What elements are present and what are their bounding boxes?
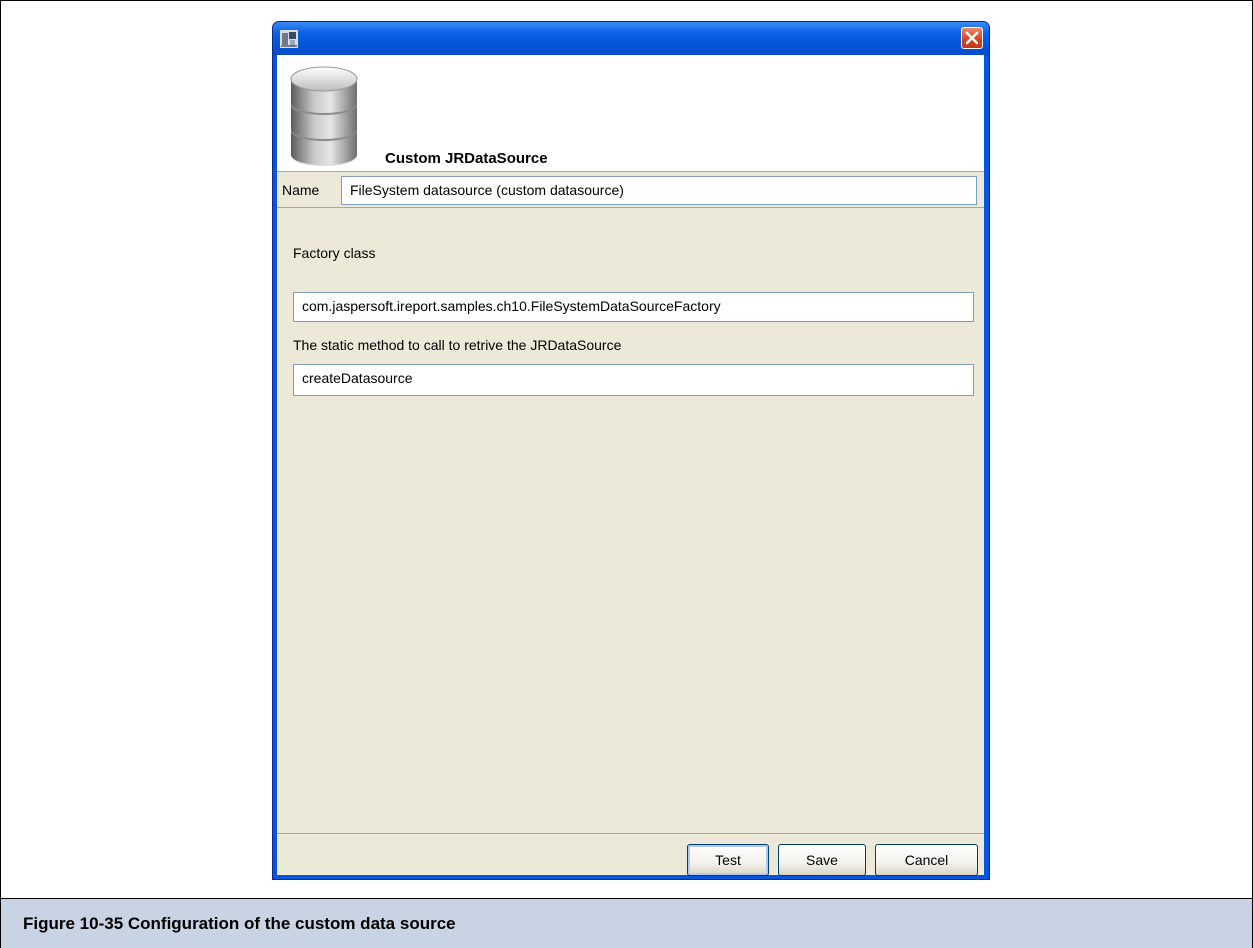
name-label: Name: [282, 182, 320, 198]
dialog-header: Custom JRDataSource: [277, 55, 984, 172]
custom-datasource-dialog: Custom JRDataSource Name FileSystem data…: [272, 21, 990, 880]
database-icon: [290, 66, 358, 166]
save-button[interactable]: Save: [778, 844, 866, 876]
name-row: Name FileSystem datasource (custom datas…: [277, 172, 984, 208]
dialog-body: Custom JRDataSource Name FileSystem data…: [277, 55, 984, 876]
title-bar[interactable]: [273, 22, 989, 55]
ireport-app-icon: [280, 30, 298, 48]
button-bar: Test Save Cancel: [277, 833, 984, 876]
factory-class-input[interactable]: com.jaspersoft.ireport.samples.ch10.File…: [293, 292, 974, 322]
figure-caption-bar: Figure 10-35 Configuration of the custom…: [1, 898, 1252, 948]
figure-caption: Figure 10-35 Configuration of the custom…: [23, 914, 456, 933]
static-method-label: The static method to call to retrive the…: [293, 337, 622, 353]
close-button[interactable]: [961, 27, 983, 49]
test-button[interactable]: Test: [687, 844, 769, 876]
name-input[interactable]: FileSystem datasource (custom datasource…: [341, 176, 977, 205]
header-title: Custom JRDataSource: [385, 150, 548, 167]
static-method-input[interactable]: createDatasource: [293, 364, 974, 396]
cancel-button[interactable]: Cancel: [875, 844, 978, 876]
close-icon: [965, 31, 979, 45]
factory-class-label: Factory class: [293, 245, 376, 261]
